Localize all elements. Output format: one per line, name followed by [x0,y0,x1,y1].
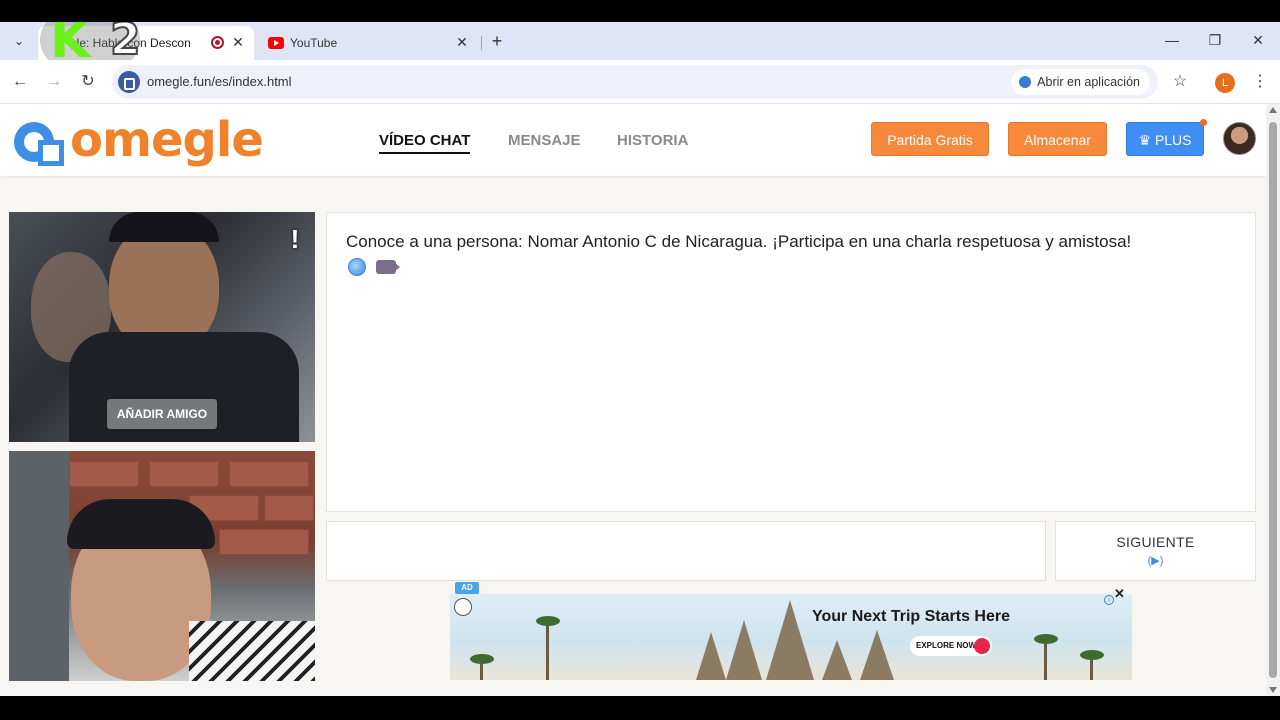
wall-shadow [9,451,69,681]
tab-strip: ⌄ gle: Habla con Descon ✕ YouTube ✕ + — … [0,22,1280,60]
ad-title: Your Next Trip Starts Here [812,608,1010,625]
temple-tower [860,630,894,680]
page-scrollbar[interactable] [1266,104,1280,696]
back-button[interactable]: ← [8,70,32,94]
ad-info-icon[interactable]: i [1104,595,1114,605]
plus-button[interactable]: ♛ PLUS [1126,122,1204,156]
brick [264,495,314,521]
plus-label: PLUS [1154,132,1192,148]
close-window-button[interactable]: ✕ [1243,30,1273,50]
tab-title: YouTube [290,36,338,50]
new-tab-button[interactable]: + [486,30,508,52]
site-info-icon[interactable] [118,71,140,93]
store-button[interactable]: Almacenar [1008,122,1107,156]
ad-banner[interactable]: Your Next Trip Starts Here EXPLORE NOW! [450,594,1132,680]
report-icon[interactable]: ! [285,224,305,254]
open-in-app-button[interactable]: Abrir en aplicación [1011,69,1150,95]
ad-close-icon[interactable]: ✕ [1114,587,1126,600]
next-shortcut: (▶) [1147,555,1164,567]
temple-tower [726,620,762,680]
omegle-logo-icon [14,122,64,166]
omegle-page: omegle VÍDEO CHAT MENSAJE HISTORIA Parti… [0,104,1266,696]
message-icons [348,258,401,276]
temple-tower [766,600,814,680]
app-icon [1019,76,1032,88]
user-hair [67,499,215,549]
brick [69,461,139,487]
close-tab-icon[interactable]: ✕ [454,34,470,50]
scroll-down-icon[interactable] [1269,687,1277,693]
recording-icon [211,36,224,49]
forward-button[interactable]: → [42,70,66,94]
video-camera-icon [376,260,401,274]
browser-toolbar: ← → ↻ omegle.fun/es/index.html Abrir en … [0,60,1280,104]
tab-search-dropdown[interactable]: ⌄ [8,30,30,52]
bookmark-star-icon[interactable]: ☆ [1168,70,1192,94]
nav-historia[interactable]: HISTORIA [617,132,688,149]
globe-icon [348,258,366,276]
next-button[interactable]: SIGUIENTE (▶) [1055,521,1256,581]
tab-youtube[interactable]: YouTube ✕ [258,26,478,60]
ad-cta-label: EXPLORE NOW! [916,641,979,650]
nav-video-chat[interactable]: VÍDEO CHAT [379,132,471,154]
user-avatar[interactable] [1223,122,1256,155]
open-in-app-label: Abrir en aplicación [1037,75,1140,89]
browser-menu-icon[interactable]: ⋮ [1250,70,1270,94]
chat-log: Conoce a una persona: Nomar Antonio C de… [326,212,1256,512]
ad-badge: AD [455,582,479,594]
remote-video: ! AÑADIR AMIGO [9,212,315,442]
temple-tower [696,632,726,680]
logo-text: omegle [70,112,264,168]
free-match-button[interactable]: Partida Gratis [871,122,989,156]
reload-button[interactable]: ↻ [76,70,100,94]
brick [229,461,309,487]
palm-tree [470,654,494,680]
profile-avatar[interactable]: L [1215,73,1235,93]
user-jacket [189,621,315,681]
scroll-up-icon[interactable] [1269,107,1277,113]
palm-tree [1080,650,1104,680]
tab-separator [481,36,482,50]
temple-tower [822,640,852,680]
palm-tree [1034,634,1058,680]
ad-logo-icon [454,598,472,616]
restore-button[interactable]: ❐ [1200,30,1230,50]
palm-tree [536,616,560,680]
next-label: SIGUIENTE [1116,534,1195,550]
send-arrow-icon [974,638,990,654]
site-header: omegle VÍDEO CHAT MENSAJE HISTORIA Parti… [0,104,1266,176]
system-message: Conoce a una persona: Nomar Antonio C de… [346,232,1132,251]
local-video [9,451,315,681]
close-tab-icon[interactable]: ✕ [230,34,246,50]
url-text: omegle.fun/es/index.html [147,74,292,89]
omegle-logo[interactable]: omegle [8,112,264,170]
ad-cta-button[interactable]: EXPLORE NOW! [910,636,992,656]
nav-mensaje[interactable]: MENSAJE [508,132,581,149]
brick [219,529,309,555]
browser-window: ⌄ gle: Habla con Descon ✕ YouTube ✕ + — … [0,22,1280,696]
scroll-thumb[interactable] [1269,122,1277,678]
crown-icon: ♛ [1138,132,1155,148]
brick [149,461,219,487]
notification-dot [1200,119,1207,126]
stranger-hair [109,212,219,242]
message-input[interactable] [326,521,1046,581]
youtube-icon [268,37,284,49]
add-friend-button[interactable]: AÑADIR AMIGO [107,399,217,429]
minimize-button[interactable]: — [1157,30,1187,50]
screen-bottom-border [0,696,1280,720]
screen-top-border [0,0,1280,22]
address-bar[interactable]: omegle.fun/es/index.html Abrir en aplica… [112,65,1158,99]
